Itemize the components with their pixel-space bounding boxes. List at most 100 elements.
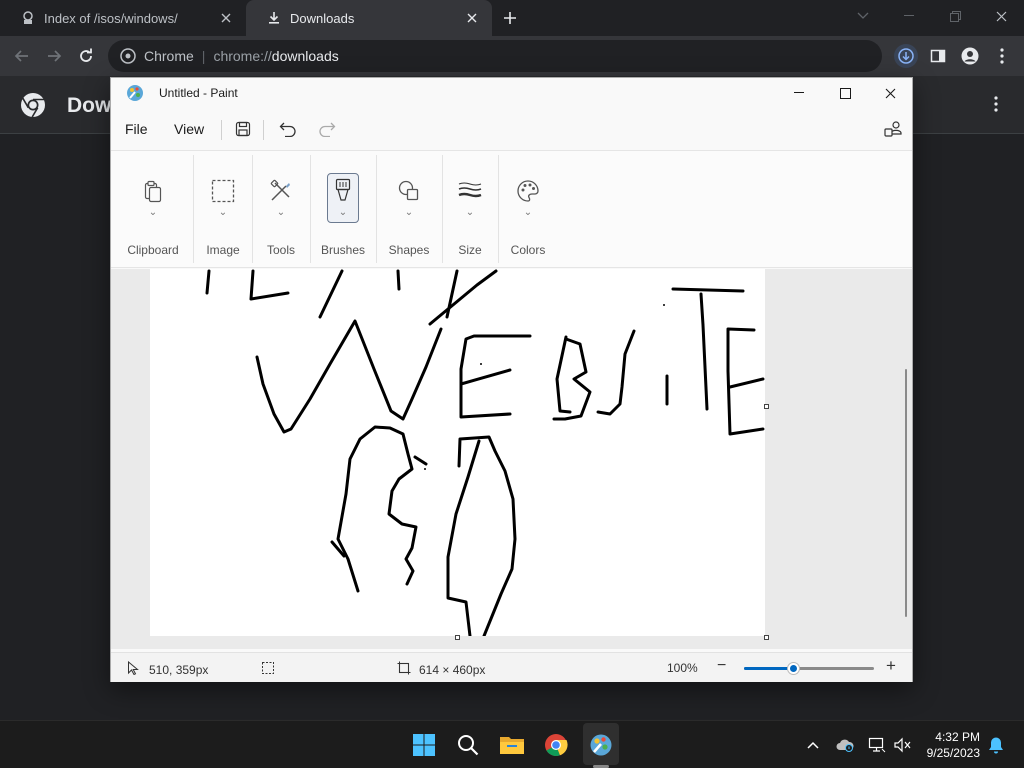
paint-icon[interactable] xyxy=(587,731,615,759)
zoom-out-button[interactable]: − xyxy=(717,657,726,675)
minimize-button[interactable] xyxy=(776,78,822,108)
cursor-position-text: 510, 359px xyxy=(149,662,209,677)
menu-view[interactable]: View xyxy=(174,121,204,137)
drawing-canvas[interactable] xyxy=(150,269,765,638)
brush-icon xyxy=(329,177,357,205)
tray-chevron-up-icon[interactable] xyxy=(804,736,822,754)
palette-icon xyxy=(514,177,542,205)
url-host: downloads xyxy=(271,48,339,64)
canvas-size: 614 × 460px xyxy=(397,661,485,678)
new-tab-button[interactable] xyxy=(498,6,522,30)
close-button[interactable] xyxy=(867,78,913,108)
notification-bell-icon[interactable] xyxy=(987,736,1005,754)
scrollbar-thumb[interactable] xyxy=(905,369,907,617)
side-panel-icon[interactable] xyxy=(926,44,950,68)
network-icon[interactable] xyxy=(868,736,886,754)
zoom-in-button[interactable]: + xyxy=(886,656,896,676)
close-tab-icon[interactable] xyxy=(464,10,480,26)
chevron-down-icon[interactable]: ⌄ xyxy=(524,207,532,218)
resize-handle[interactable] xyxy=(764,404,769,409)
canvas-size-icon xyxy=(397,661,411,678)
chrome-site-icon xyxy=(120,48,136,64)
ribbon-shapes[interactable]: ⌄ Shapes xyxy=(377,151,441,269)
chevron-down-icon[interactable]: ⌄ xyxy=(405,207,413,218)
back-button[interactable] xyxy=(10,44,34,68)
download-icon xyxy=(266,10,282,26)
ribbon-label: Clipboard xyxy=(127,243,179,257)
chrome-tabstrip: Index of /isos/windows/ Downloads xyxy=(0,0,1024,36)
omnibox-separator: | xyxy=(201,48,206,64)
paint-ribbon: ⌄ Clipboard ⌄ Image ⌄ Tools ⌄ Brushes ⌄ … xyxy=(111,150,912,268)
paint-titlebar: Untitled - Paint xyxy=(111,78,912,108)
canvas-drawing xyxy=(205,269,765,638)
omnibox-chip: Chrome xyxy=(144,48,194,64)
close-tab-icon[interactable] xyxy=(218,10,234,26)
tab-downloads[interactable]: Downloads xyxy=(246,0,492,36)
paint-window: Untitled - Paint File View ⌄ Clipboard ⌄… xyxy=(110,77,913,682)
ribbon-label: Brushes xyxy=(320,243,366,257)
zoom-slider-thumb[interactable] xyxy=(788,663,799,674)
chevron-down-icon[interactable]: ⌄ xyxy=(466,207,474,218)
size-icon xyxy=(456,177,484,205)
ribbon-label: Colors xyxy=(510,243,546,257)
onedrive-icon[interactable] xyxy=(836,736,854,754)
reload-button[interactable] xyxy=(74,44,98,68)
canvas-size-text: 614 × 460px xyxy=(419,662,486,677)
ribbon-label: Tools xyxy=(266,243,295,257)
file-explorer-icon[interactable] xyxy=(498,731,526,759)
chevron-down-icon[interactable]: ⌄ xyxy=(339,207,347,218)
selection-icon xyxy=(261,661,275,678)
ribbon-label: Shapes xyxy=(388,243,430,257)
chrome-icon[interactable] xyxy=(542,731,570,759)
clock-time: 4:32 PM xyxy=(935,730,980,744)
save-icon[interactable] xyxy=(231,118,255,140)
menu-separator xyxy=(221,120,222,140)
ribbon-tools[interactable]: ⌄ Tools xyxy=(253,151,309,269)
volume-muted-icon[interactable] xyxy=(893,736,911,754)
ribbon-size[interactable]: ⌄ Size xyxy=(443,151,497,269)
downloads-indicator-icon[interactable] xyxy=(894,44,918,68)
chrome-menu-icon[interactable] xyxy=(990,44,1014,68)
url-scheme: chrome:// xyxy=(213,48,272,64)
paint-menubar: File View xyxy=(111,112,912,146)
profile-avatar-icon[interactable] xyxy=(958,44,982,68)
minimize-icon[interactable] xyxy=(886,0,932,32)
system-clock[interactable]: 4:32 PM 9/25/2023 xyxy=(927,729,980,761)
page-menu-icon[interactable] xyxy=(994,96,998,117)
ribbon-colors[interactable]: ⌄ Colors xyxy=(499,151,557,269)
zoom-level[interactable]: 100% xyxy=(667,661,698,675)
ribbon-brushes[interactable]: ⌄ Brushes xyxy=(311,151,375,269)
menu-separator xyxy=(263,120,264,140)
resize-handle[interactable] xyxy=(764,635,769,640)
chevron-down-icon[interactable]: ⌄ xyxy=(219,207,227,218)
ribbon-label: Image xyxy=(206,243,240,257)
restore-icon[interactable] xyxy=(932,0,978,32)
chevron-down-icon[interactable]: ⌄ xyxy=(149,207,157,218)
paint-app-icon xyxy=(126,84,144,102)
tab-index-of-isos[interactable]: Index of /isos/windows/ xyxy=(0,0,246,36)
address-bar[interactable]: Chrome | chrome:// downloads xyxy=(108,40,882,72)
maximize-button[interactable] xyxy=(822,78,868,108)
search-icon[interactable] xyxy=(454,731,482,759)
start-icon[interactable] xyxy=(410,731,438,759)
redo-icon[interactable] xyxy=(315,118,339,140)
vertical-scrollbar[interactable] xyxy=(900,269,912,649)
chevron-down-icon[interactable] xyxy=(840,0,886,32)
ribbon-separator xyxy=(193,155,194,263)
paint-workspace xyxy=(111,269,912,649)
chrome-window-controls xyxy=(840,0,1024,32)
menu-file[interactable]: File xyxy=(125,121,148,137)
close-icon[interactable] xyxy=(978,0,1024,32)
pointer-icon xyxy=(127,660,139,678)
undo-icon[interactable] xyxy=(276,118,300,140)
chevron-down-icon[interactable]: ⌄ xyxy=(277,207,285,218)
zoom-slider-fill xyxy=(744,667,792,670)
ribbon-image[interactable]: ⌄ Image xyxy=(195,151,251,269)
selection-size xyxy=(261,661,275,678)
ribbon-clipboard[interactable]: ⌄ Clipboard xyxy=(119,151,187,269)
account-icon[interactable] xyxy=(881,118,905,140)
resize-handle[interactable] xyxy=(455,635,460,640)
tab-label: Downloads xyxy=(290,10,355,26)
forward-button[interactable] xyxy=(42,44,66,68)
clock-date: 9/25/2023 xyxy=(926,746,980,760)
